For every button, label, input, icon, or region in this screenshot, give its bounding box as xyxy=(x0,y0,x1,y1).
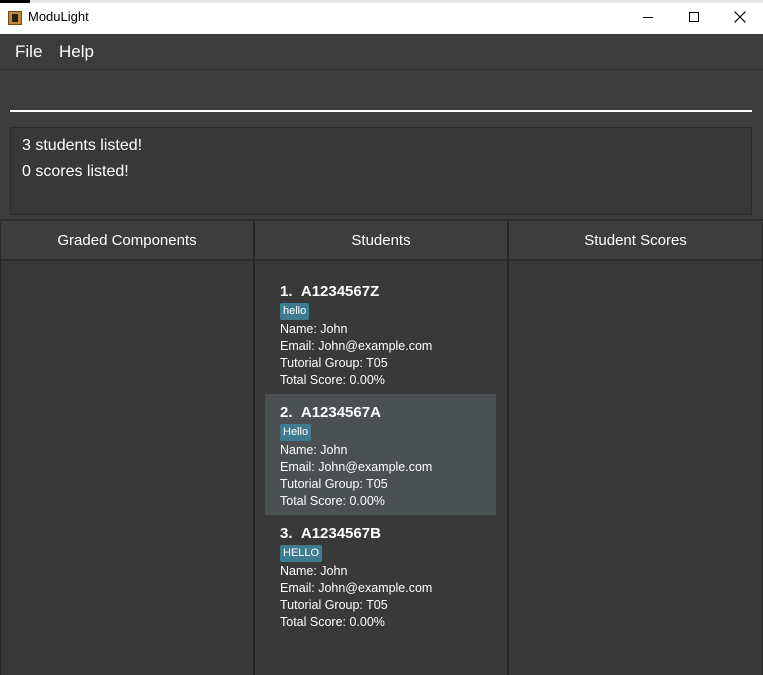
student-tutorial-group: Tutorial Group: T05 xyxy=(280,477,388,491)
minimize-icon xyxy=(643,16,653,18)
title-bar-accent xyxy=(0,0,30,3)
window-title: ModuLight xyxy=(28,9,89,24)
student-email: Email: John@example.com xyxy=(280,339,433,353)
students-header: Students xyxy=(255,222,507,261)
student-id: 3. A1234567B xyxy=(280,525,381,542)
command-input[interactable] xyxy=(10,78,752,112)
student-name: Name: John xyxy=(280,564,348,578)
student-total-score: Total Score: 0.00% xyxy=(280,494,385,508)
student-card[interactable]: 2. A1234567A Hello Name: John Email: Joh… xyxy=(265,394,496,515)
close-button[interactable] xyxy=(717,0,763,34)
student-tutorial-group: Tutorial Group: T05 xyxy=(280,598,388,612)
student-name: Name: John xyxy=(280,322,348,336)
student-id: 1. A1234567Z xyxy=(280,283,380,300)
maximize-icon xyxy=(689,12,699,22)
section-divider[interactable] xyxy=(0,219,763,221)
minimize-button[interactable] xyxy=(625,0,671,34)
menu-help[interactable]: Help xyxy=(59,42,94,62)
student-email: Email: John@example.com xyxy=(280,460,433,474)
result-display: 3 students listed! 0 scores listed! xyxy=(10,127,752,215)
title-bar: ModuLight xyxy=(0,0,763,34)
result-line: 3 students listed! xyxy=(22,137,143,154)
student-scores-panel: Student Scores xyxy=(508,222,763,675)
student-tag: hello xyxy=(280,303,310,320)
menu-file[interactable]: File xyxy=(15,42,42,62)
app-window: File Help 3 students listed! 0 scores li… xyxy=(0,34,763,675)
student-card[interactable]: 3. A1234567B HELLO Name: John Email: Joh… xyxy=(265,515,496,636)
menu-bar: File Help xyxy=(0,34,763,70)
student-scores-header: Student Scores xyxy=(509,222,762,261)
student-id: 2. A1234567A xyxy=(280,404,381,421)
student-tag: HELLO xyxy=(280,545,323,562)
command-box xyxy=(10,78,752,114)
graded-components-panel: Graded Components xyxy=(0,222,254,675)
close-icon xyxy=(734,11,746,23)
graded-components-header: Graded Components xyxy=(1,222,253,261)
student-total-score: Total Score: 0.00% xyxy=(280,615,385,629)
maximize-button[interactable] xyxy=(671,0,717,34)
student-card[interactable]: 1. A1234567Z hello Name: John Email: Joh… xyxy=(265,273,496,394)
student-email: Email: John@example.com xyxy=(280,581,433,595)
app-icon xyxy=(8,11,22,25)
student-name: Name: John xyxy=(280,443,348,457)
student-list: 1. A1234567Z hello Name: John Email: Joh… xyxy=(265,273,496,636)
result-line: 0 scores listed! xyxy=(22,163,129,180)
student-tag: Hello xyxy=(280,424,312,441)
students-panel: Students 1. A1234567Z hello Name: John E… xyxy=(254,222,508,675)
student-tutorial-group: Tutorial Group: T05 xyxy=(280,356,388,370)
student-total-score: Total Score: 0.00% xyxy=(280,373,385,387)
